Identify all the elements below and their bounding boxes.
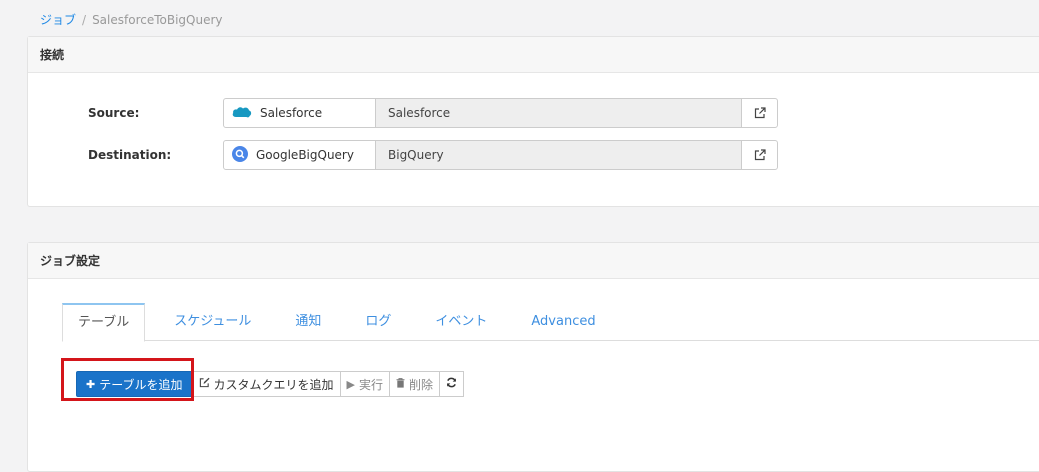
breadcrumb-separator: / [82, 13, 87, 27]
breadcrumb-link-jobs[interactable]: ジョブ [40, 13, 76, 27]
add-table-button[interactable]: ✚ テーブルを追加 [76, 371, 193, 397]
tab-events[interactable]: イベント [420, 303, 502, 340]
table-toolbar: ✚ テーブルを追加 カスタムクエリを追加 ▶ 実行 削除 [76, 371, 465, 397]
destination-field: GoogleBigQuery BigQuery [223, 140, 778, 170]
run-label: 実行 [358, 377, 383, 392]
tab-tables[interactable]: テーブル [62, 303, 146, 342]
destination-connector-label: GoogleBigQuery [256, 148, 354, 162]
plus-icon: ✚ [86, 377, 96, 391]
connection-panel: 接続 Source: Salesforce Salesforce Destina… [27, 36, 1039, 207]
destination-row: Destination: GoogleBigQuery BigQuery [28, 140, 1039, 170]
add-custom-query-button[interactable]: カスタムクエリを追加 [191, 371, 341, 397]
breadcrumb: ジョブ / SalesforceToBigQuery [40, 11, 223, 28]
tab-advanced[interactable]: Advanced [516, 303, 610, 340]
source-open-link[interactable] [741, 99, 777, 127]
trash-icon [396, 377, 405, 391]
salesforce-icon [232, 105, 252, 122]
add-custom-query-label: カスタムクエリを追加 [213, 377, 334, 392]
refresh-button[interactable] [439, 371, 465, 397]
refresh-icon [446, 377, 457, 391]
destination-open-link[interactable] [741, 141, 777, 169]
run-button[interactable]: ▶ 実行 [339, 371, 390, 397]
destination-connection-name: BigQuery [376, 141, 741, 169]
tab-notifications[interactable]: 通知 [280, 303, 336, 340]
external-link-icon [754, 146, 766, 165]
bigquery-icon [232, 145, 248, 165]
source-connection-name: Salesforce [376, 99, 741, 127]
source-connector: Salesforce [224, 99, 376, 127]
destination-label: Destination: [88, 148, 172, 162]
source-label: Source: [88, 106, 140, 120]
tab-schedule[interactable]: スケジュール [159, 303, 266, 340]
source-row: Source: Salesforce Salesforce [28, 98, 1039, 128]
delete-button[interactable]: 削除 [389, 371, 441, 397]
delete-label: 削除 [409, 377, 434, 392]
job-settings-panel: ジョブ設定 テーブル スケジュール 通知 ログ イベント Advanced ✚ … [27, 242, 1039, 472]
connection-heading: 接続 [28, 37, 1039, 73]
destination-connector: GoogleBigQuery [224, 141, 376, 169]
play-icon: ▶ [346, 377, 355, 391]
breadcrumb-current: SalesforceToBigQuery [92, 13, 223, 27]
job-settings-heading: ジョブ設定 [28, 243, 1039, 279]
edit-icon [199, 377, 210, 391]
source-field: Salesforce Salesforce [223, 98, 778, 128]
external-link-icon [754, 104, 766, 123]
add-table-label: テーブルを追加 [99, 377, 183, 392]
tab-logs[interactable]: ログ [350, 303, 406, 340]
source-connector-label: Salesforce [260, 106, 323, 120]
job-settings-tabs: テーブル スケジュール 通知 ログ イベント Advanced [62, 303, 1039, 342]
